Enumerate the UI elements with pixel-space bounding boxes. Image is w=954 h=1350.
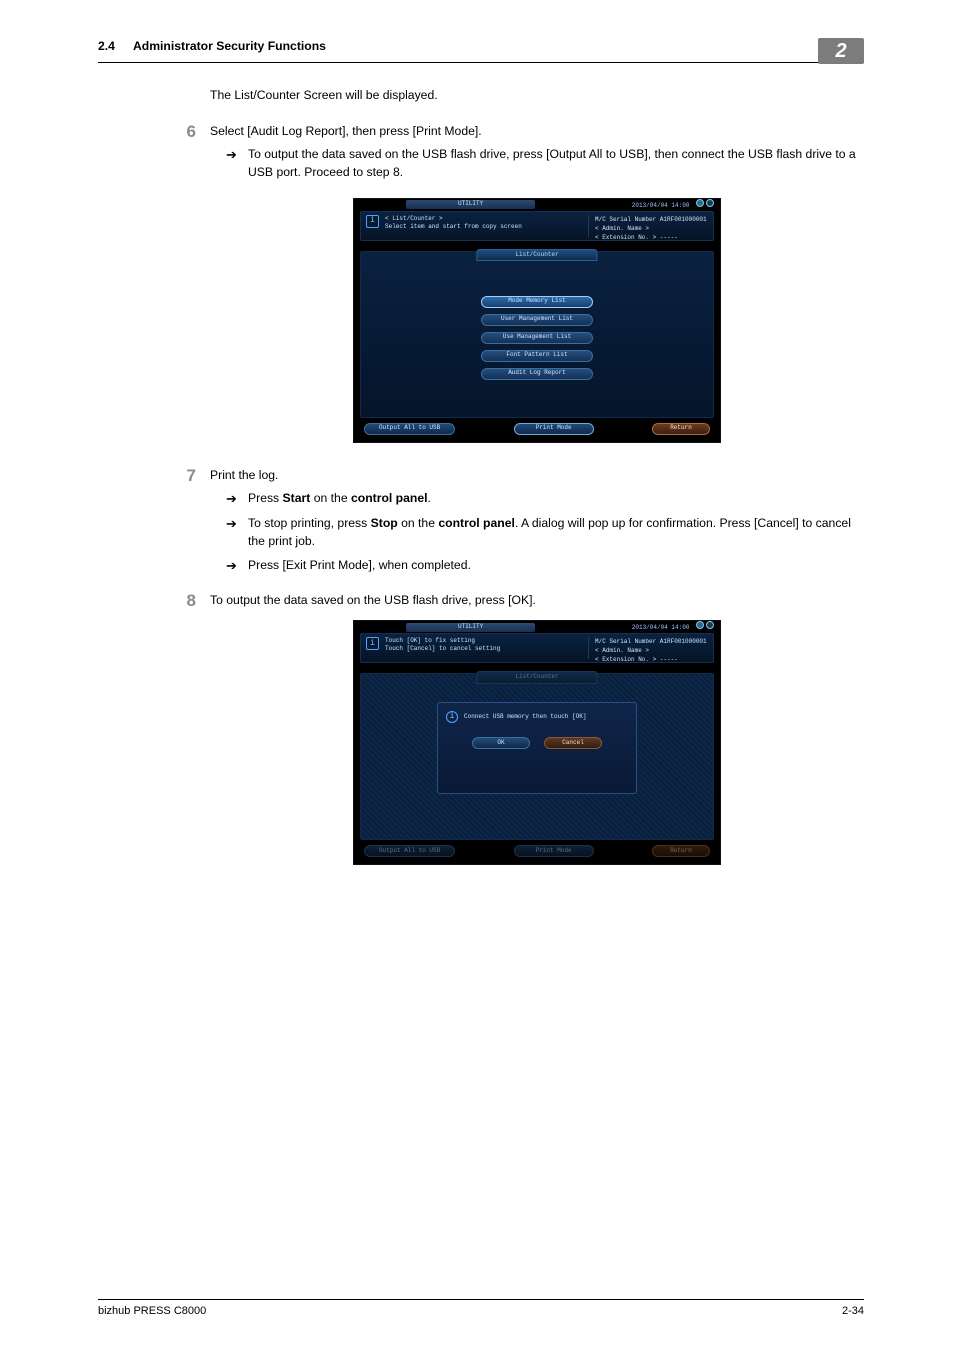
datetime: 2013/04/04 14:00 (632, 624, 690, 631)
screen-bottom-bar: Output All to USB Print Mode Return (364, 422, 710, 436)
printer-screenshot-2: UTILITY 2013/04/04 14:00 i Touch [OK] to… (353, 620, 721, 865)
content-column: The List/Counter Screen will be displaye… (210, 87, 864, 865)
list-counter-tab: List/Counter (476, 671, 597, 684)
screen-main: List/Counter Mode Memory List User Manag… (360, 251, 714, 418)
cancel-button[interactable]: Cancel (544, 737, 602, 749)
page-footer: bizhub PRESS C8000 2-34 (98, 1299, 864, 1320)
output-all-to-usb-button[interactable]: Output All to USB (364, 423, 455, 435)
sub-item: Press [Exit Print Mode], when completed. (226, 557, 864, 576)
step-number: 8 (178, 592, 210, 611)
sub-item: To output the data saved on the USB flas… (226, 146, 864, 181)
info-icon: i (366, 215, 379, 228)
step-text: To output the data saved on the USB flas… (210, 592, 864, 610)
screen-topbar: UTILITY 2013/04/04 14:00 (406, 623, 714, 631)
status-icon[interactable] (706, 621, 714, 629)
screen-main: List/Counter i Connect USB memory then t… (360, 673, 714, 840)
user-management-list-button[interactable]: User Management List (481, 314, 593, 326)
help-icon[interactable] (696, 621, 704, 629)
utility-label: UTILITY (406, 200, 535, 209)
sub-text: To output the data saved on the USB flas… (248, 146, 864, 181)
sub-text: Press [Exit Print Mode], when completed. (248, 557, 864, 576)
step-6: 6 Select [Audit Log Report], then press … (210, 123, 864, 188)
info-bar: i < List/Counter > Select item and start… (360, 211, 714, 241)
printer-screenshot-1: UTILITY 2013/04/04 14:00 i < List/Counte… (353, 198, 721, 443)
status-icon[interactable] (706, 199, 714, 207)
info-bar: i Touch [OK] to fix setting Touch [Cance… (360, 633, 714, 663)
step-7: 7 Print the log. Press Start on the cont… (210, 467, 864, 582)
info-icon: i (366, 637, 379, 650)
info-icon: i (446, 711, 458, 723)
list-button-stack: Mode Memory List User Management List Us… (481, 296, 593, 380)
list-counter-tab[interactable]: List/Counter (476, 249, 597, 262)
intro-text: The List/Counter Screen will be displaye… (210, 87, 864, 105)
output-all-to-usb-button: Output All to USB (364, 845, 455, 857)
screen-topbar: UTILITY 2013/04/04 14:00 (406, 201, 714, 209)
section-title: Administrator Security Functions (133, 38, 818, 56)
dialog-message: Connect USB memory then touch [OK] (464, 713, 586, 722)
machine-info: M/C Serial Number A1RF001000001 < Admin.… (588, 637, 708, 659)
sub-item: To stop printing, press Stop on the cont… (226, 515, 864, 550)
utility-label: UTILITY (406, 623, 535, 632)
return-button[interactable]: Return (652, 423, 710, 435)
print-mode-button[interactable]: Print Mode (514, 423, 594, 435)
step-number: 7 (178, 467, 210, 486)
print-mode-button: Print Mode (514, 845, 594, 857)
sub-text: To stop printing, press Stop on the cont… (248, 515, 864, 550)
section-number: 2.4 (98, 38, 115, 56)
footer-page-number: 2-34 (842, 1304, 864, 1320)
font-pattern-list-button[interactable]: Font Pattern List (481, 350, 593, 362)
mode-memory-list-button[interactable]: Mode Memory List (481, 296, 593, 308)
ok-button[interactable]: OK (472, 737, 530, 749)
arrow-icon (226, 146, 248, 181)
datetime: 2013/04/04 14:00 (632, 202, 690, 209)
step-text: Select [Audit Log Report], then press [P… (210, 123, 864, 141)
help-icon[interactable] (696, 199, 704, 207)
info-message: Touch [OK] to fix setting Touch [Cancel]… (385, 637, 588, 659)
arrow-icon (226, 515, 248, 550)
step-number: 6 (178, 123, 210, 142)
use-management-list-button[interactable]: Use Management List (481, 332, 593, 344)
audit-log-report-button[interactable]: Audit Log Report (481, 368, 593, 380)
step-8: 8 To output the data saved on the USB fl… (210, 592, 864, 611)
sub-text: Press Start on the control panel. (248, 490, 864, 509)
page-header: 2.4 Administrator Security Functions 2 (98, 34, 864, 63)
chapter-badge: 2 (818, 38, 864, 64)
info-message: < List/Counter > Select item and start f… (385, 215, 588, 237)
footer-model: bizhub PRESS C8000 (98, 1304, 206, 1320)
arrow-icon (226, 557, 248, 576)
machine-info: M/C Serial Number A1RF001000001 < Admin.… (588, 215, 708, 237)
screen-bottom-bar: Output All to USB Print Mode Return (364, 844, 710, 858)
usb-dialog: i Connect USB memory then touch [OK] OK … (437, 702, 637, 794)
sub-item: Press Start on the control panel. (226, 490, 864, 509)
step-text: Print the log. (210, 467, 864, 485)
return-button: Return (652, 845, 710, 857)
arrow-icon (226, 490, 248, 509)
